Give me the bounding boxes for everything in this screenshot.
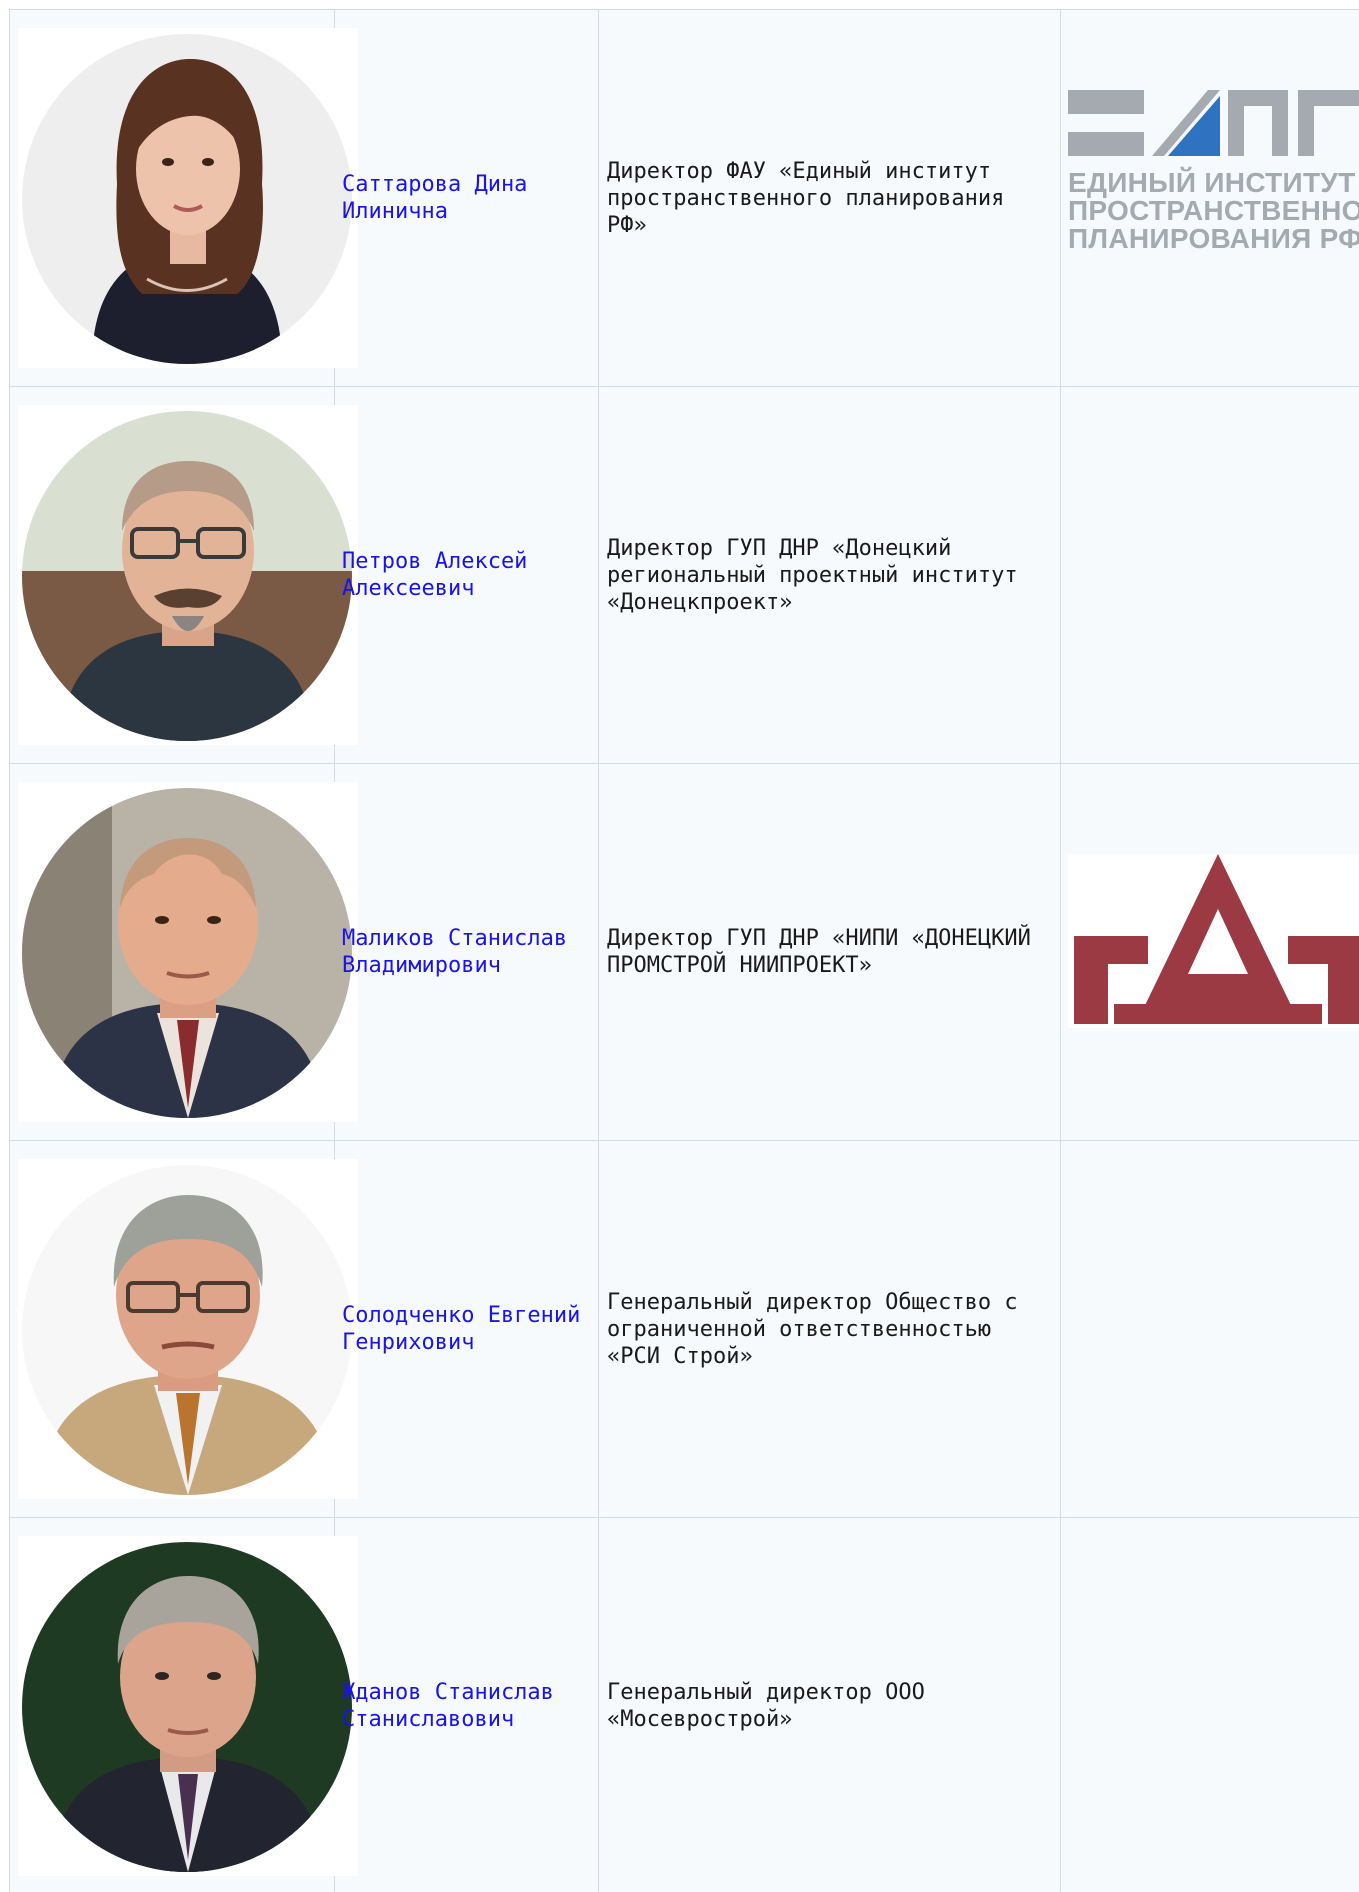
person-name-link[interactable]: Петров Алексей Алексеевич [335, 548, 598, 602]
avatar [22, 788, 352, 1118]
name-cell: Петров Алексей Алексеевич [334, 386, 599, 764]
logo-cell: ЕДИНЫЙ ИНСТИТУТ ПРОСТРАНСТВЕННОГО ПЛАНИР… [1060, 9, 1359, 387]
person-name-link[interactable]: Саттарова Дина Илинична [335, 171, 598, 225]
person-name-link[interactable]: Жданов Станислав Станиславович [335, 1679, 598, 1733]
avatar [22, 1542, 352, 1872]
photo-frame [18, 1536, 358, 1876]
table-row: Маликов Станислав Владимирович Директор … [9, 763, 1359, 1141]
eipp-logo-line-2: ПРОСТРАНСТВЕННОГО [1068, 195, 1359, 226]
photo-cell [9, 763, 358, 1141]
table-row: Солодченко Евгений Генрихович Генеральны… [9, 1140, 1359, 1518]
donetsk-promstroy-logo [1068, 854, 1359, 1028]
person-name-link[interactable]: Маликов Станислав Владимирович [335, 925, 598, 979]
photo-frame [18, 405, 358, 745]
person-role: Генеральный директор ООО «Мосеврострой» [607, 1680, 925, 1732]
name-cell: Маликов Станислав Владимирович [334, 763, 599, 1141]
person-role: Директор ГУП ДНР «Донецкий региональный … [607, 535, 1018, 615]
logo-cell [1060, 1517, 1359, 1892]
logo-cell [1060, 763, 1359, 1141]
photo-cell [9, 9, 358, 387]
male-portrait-photo [22, 411, 352, 741]
photo-cell [9, 1140, 358, 1518]
role-cell: Директор ГУП ДНР «НИПИ «ДОНЕЦКИЙ ПРОМСТР… [598, 763, 1061, 1141]
eipp-logo-mark [1068, 90, 1359, 156]
role-cell: Директор ФАУ «Единый институт пространст… [598, 9, 1061, 387]
male-portrait-photo [22, 1165, 352, 1495]
avatar [22, 1165, 352, 1495]
people-table: Саттарова Дина Илинична Директор ФАУ «Ед… [9, 9, 1359, 1892]
name-cell: Саттарова Дина Илинична [334, 9, 599, 387]
person-role: Генеральный директор Общество с ограниче… [607, 1289, 1018, 1369]
donetsk-promstroy-logo-mark [1074, 854, 1359, 1024]
eipp-logo-line-3: ПЛАНИРОВАНИЯ РФ [1068, 223, 1359, 254]
name-cell: Солодченко Евгений Генрихович [334, 1140, 599, 1518]
name-cell: Жданов Станислав Станиславович [334, 1517, 599, 1892]
table-row: Саттарова Дина Илинична Директор ФАУ «Ед… [9, 9, 1359, 387]
photo-frame [18, 782, 358, 1122]
person-name-link[interactable]: Солодченко Евгений Генрихович [335, 1302, 598, 1356]
people-table-wrapper: Саттарова Дина Илинична Директор ФАУ «Ед… [9, 9, 1359, 1892]
logo-cell [1060, 1140, 1359, 1518]
table-row: Жданов Станислав Станиславович Генеральн… [9, 1517, 1359, 1892]
avatar [22, 34, 352, 364]
photo-cell [9, 386, 358, 764]
avatar [22, 411, 352, 741]
female-portrait-photo [22, 34, 352, 364]
table-row: Петров Алексей Алексеевич Директор ГУП Д… [9, 386, 1359, 764]
male-portrait-photo [22, 1542, 352, 1872]
photo-frame [18, 1159, 358, 1499]
person-role: Директор ГУП ДНР «НИПИ «ДОНЕЦКИЙ ПРОМСТР… [607, 926, 1031, 978]
photo-cell [9, 1517, 358, 1892]
role-cell: Директор ГУП ДНР «Донецкий региональный … [598, 386, 1061, 764]
person-role: Директор ФАУ «Единый институт пространст… [607, 158, 1005, 238]
photo-frame [18, 28, 358, 368]
eipp-logo: ЕДИНЫЙ ИНСТИТУТ ПРОСТРАНСТВЕННОГО ПЛАНИР… [1068, 90, 1359, 253]
male-portrait-photo [22, 788, 352, 1118]
role-cell: Генеральный директор Общество с ограниче… [598, 1140, 1061, 1518]
logo-cell [1060, 386, 1359, 764]
role-cell: Генеральный директор ООО «Мосеврострой» [598, 1517, 1061, 1892]
eipp-logo-line-1: ЕДИНЫЙ ИНСТИТУТ [1068, 167, 1356, 198]
